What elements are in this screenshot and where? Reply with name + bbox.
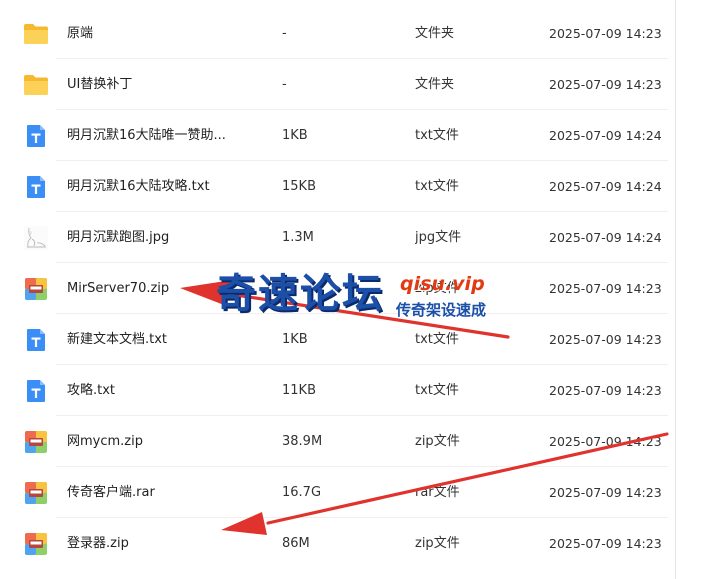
file-size [282,263,392,314]
file-row[interactable]: MirServer70.zip zip文件 2025-07-09 14:23 [0,263,676,314]
file-row[interactable]: 新建文本文档.txt 1KB txt文件 2025-07-09 14:23 [0,314,676,365]
archive-file-icon [23,531,49,557]
folder-icon [23,72,49,98]
file-size: 15KB [282,179,316,194]
file-size: 1KB [282,332,308,347]
file-name: 新建文本文档.txt [67,332,168,347]
archive-file-icon [23,276,49,302]
file-size: 1KB [282,128,308,143]
file-size: 86M [282,536,310,551]
file-type: zip文件 [415,536,460,551]
file-type: rar文件 [415,485,460,500]
jpg-thumbnail-icon [23,225,49,251]
file-type: txt文件 [415,128,459,143]
file-date: 2025-07-09 14:23 [549,281,662,296]
file-name: 传奇客户端.rar [67,485,155,500]
file-size: 38.9M [282,434,323,449]
file-row[interactable]: 登录器.zip 86M zip文件 2025-07-09 14:23 [0,518,676,569]
txt-file-icon [23,378,49,404]
file-size: 1.3M [282,230,314,245]
file-date: 2025-07-09 14:24 [549,230,662,245]
txt-file-icon [23,327,49,353]
file-row[interactable]: 明月沉默跑图.jpg 1.3M jpg文件 2025-07-09 14:24 [0,212,676,263]
file-row[interactable]: 原端 - 文件夹 2025-07-09 14:23 [0,8,676,59]
file-name: 登录器.zip [67,536,129,551]
file-row[interactable]: 攻略.txt 11KB txt文件 2025-07-09 14:23 [0,365,676,416]
file-type: txt文件 [415,332,459,347]
file-name: 原端 [67,26,94,41]
file-type: 文件夹 [415,77,455,92]
txt-file-icon [23,123,49,149]
archive-file-icon [23,429,49,455]
file-size: 11KB [282,383,316,398]
file-type: zip文件 [415,434,460,449]
file-date: 2025-07-09 14:23 [549,332,662,347]
file-type: jpg文件 [415,230,462,245]
file-list: 原端 - 文件夹 2025-07-09 14:23 UI替换补丁 - 文件夹 2… [0,8,676,569]
file-size: - [282,77,287,92]
file-row[interactable]: UI替换补丁 - 文件夹 2025-07-09 14:23 [0,59,676,110]
file-date: 2025-07-09 14:23 [549,434,662,449]
file-date: 2025-07-09 14:24 [549,128,662,143]
file-row[interactable]: 明月沉默16大陆攻略.txt 15KB txt文件 2025-07-09 14:… [0,161,676,212]
file-row[interactable]: 明月沉默16大陆唯一赞助... 1KB txt文件 2025-07-09 14:… [0,110,676,161]
file-type: txt文件 [415,179,459,194]
file-type: txt文件 [415,383,459,398]
file-date: 2025-07-09 14:24 [549,179,662,194]
file-size: 16.7G [282,485,322,500]
txt-file-icon [23,174,49,200]
file-date: 2025-07-09 14:23 [549,26,662,41]
file-size: - [282,26,287,41]
file-name: 明月沉默16大陆唯一赞助... [67,128,226,143]
file-name: UI替换补丁 [67,77,133,92]
file-name: 网mycm.zip [67,434,143,449]
file-name: MirServer70.zip [67,281,170,296]
folder-icon [23,21,49,47]
file-name: 攻略.txt [67,383,116,398]
file-date: 2025-07-09 14:23 [549,536,662,551]
file-type: 文件夹 [415,26,455,41]
file-name: 明月沉默跑图.jpg [67,230,170,245]
archive-file-icon [23,480,49,506]
file-type: zip文件 [415,281,460,296]
file-date: 2025-07-09 14:23 [549,383,662,398]
file-row[interactable]: 网mycm.zip 38.9M zip文件 2025-07-09 14:23 [0,416,676,467]
file-name: 明月沉默16大陆攻略.txt [67,179,210,194]
file-date: 2025-07-09 14:23 [549,77,662,92]
file-date: 2025-07-09 14:23 [549,485,662,500]
file-row[interactable]: 传奇客户端.rar 16.7G rar文件 2025-07-09 14:23 [0,467,676,518]
